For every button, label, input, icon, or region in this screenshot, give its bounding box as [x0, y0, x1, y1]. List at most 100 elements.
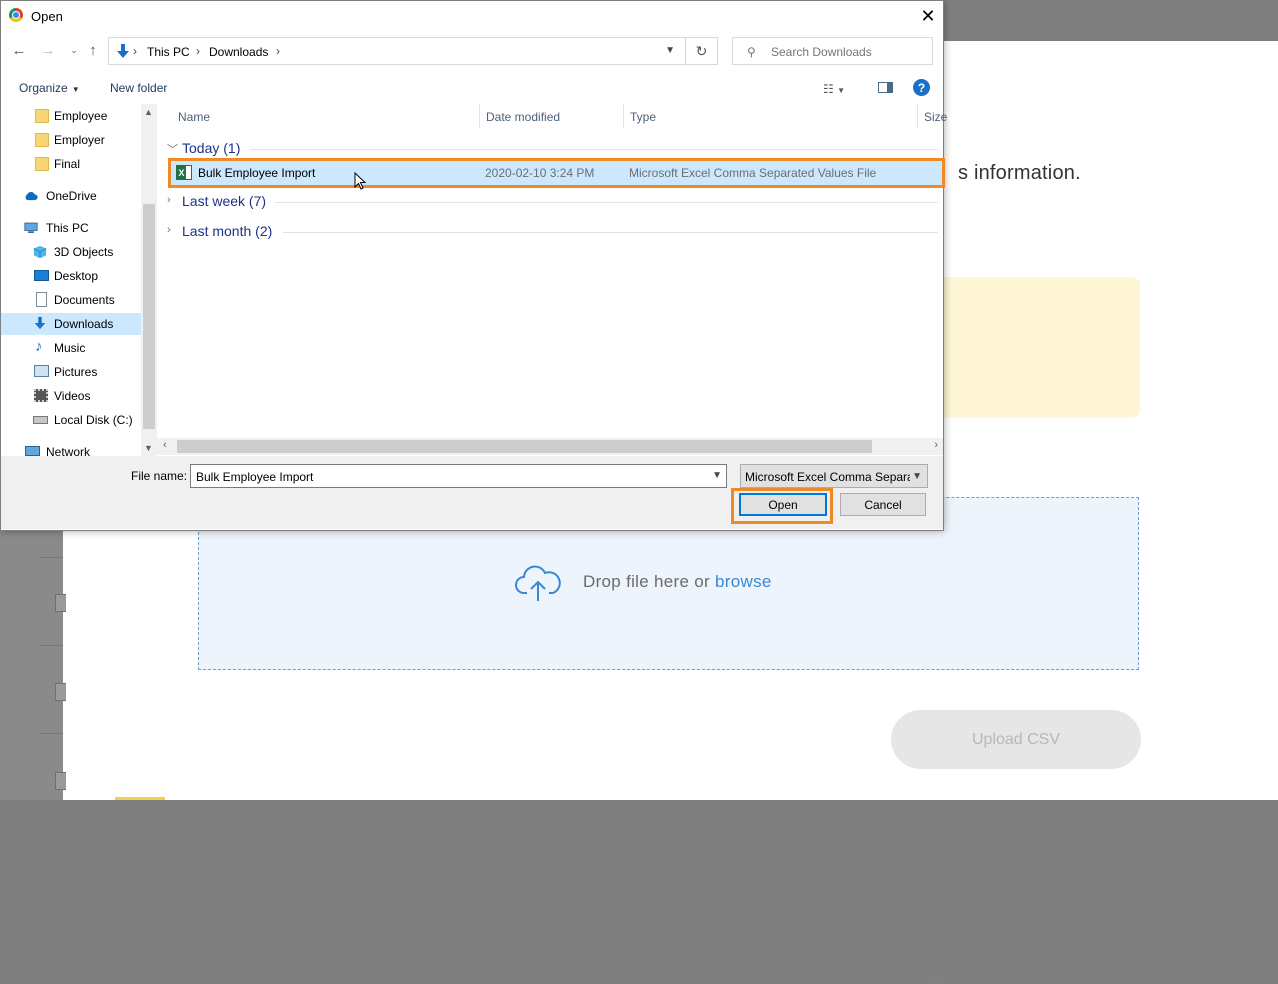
nav-item-label: Desktop: [54, 269, 99, 283]
nav-item-videos[interactable]: Videos: [1, 385, 141, 407]
group-divider: [275, 202, 938, 203]
mouse-cursor-icon: [354, 172, 367, 190]
cube-icon: [33, 245, 47, 259]
chevron-right-icon[interactable]: ›: [167, 194, 171, 206]
row-checkbox[interactable]: [55, 683, 66, 701]
open-button[interactable]: Open: [739, 493, 827, 516]
new-folder-button[interactable]: New folder: [110, 81, 167, 95]
forward-arrow-icon[interactable]: →: [39, 41, 57, 59]
notice-box: [930, 277, 1140, 418]
file-type-value: Microsoft Excel Comma Separated Values F…: [745, 470, 910, 484]
chevron-right-icon[interactable]: ›: [167, 224, 171, 236]
command-bar: Organize ▼ New folder ☷ ▼ ?: [1, 73, 943, 103]
nav-item-network[interactable]: Network: [1, 441, 141, 457]
row-checkbox[interactable]: [55, 772, 66, 790]
search-box[interactable]: ⚲: [732, 37, 933, 65]
browse-link[interactable]: browse: [715, 572, 772, 591]
excel-file-icon: [176, 165, 192, 180]
nav-item-label: Downloads: [54, 317, 114, 331]
address-dropdown-icon[interactable]: ▼: [665, 45, 675, 56]
breadcrumb-separator: ›: [133, 44, 137, 58]
nav-item-employee[interactable]: Employee: [1, 105, 141, 127]
group-header-last-month[interactable]: Last month (2): [182, 223, 272, 239]
organize-menu[interactable]: Organize ▼: [19, 81, 80, 95]
file-list-hscrollbar[interactable]: ‹ ›: [157, 438, 943, 455]
row-checkbox[interactable]: [55, 594, 66, 612]
recent-locations-icon[interactable]: ⌄: [65, 41, 83, 59]
page-header-strip: [944, 0, 1278, 41]
refresh-icon: ↻: [695, 42, 708, 59]
column-header-date-modified[interactable]: Date modified: [486, 110, 560, 124]
nav-item-music[interactable]: ♪ Music: [1, 337, 141, 359]
file-name-input[interactable]: [194, 468, 698, 486]
title-bar: Open ✕: [1, 1, 943, 31]
nav-item-onedrive[interactable]: OneDrive: [1, 185, 141, 207]
chevron-down-icon: ▼: [912, 471, 922, 482]
file-name[interactable]: Bulk Employee Import: [198, 166, 315, 180]
column-header-type[interactable]: Type: [630, 110, 656, 124]
nav-item-label: Music: [54, 341, 86, 355]
column-divider: [623, 104, 624, 128]
chevron-down-icon: ▼: [71, 85, 80, 94]
nav-item-label: 3D Objects: [54, 245, 114, 259]
scroll-up-icon[interactable]: ▲: [144, 107, 153, 117]
column-header-size[interactable]: Size: [924, 110, 947, 124]
nav-item-label: Final: [54, 157, 81, 171]
chevron-down-icon[interactable]: ﹀: [167, 141, 178, 157]
disk-icon: [33, 416, 48, 424]
nav-item-label: Local Disk (C:): [54, 413, 133, 427]
nav-item-documents[interactable]: Documents: [1, 289, 141, 311]
nav-item-local-disk[interactable]: Local Disk (C:): [1, 409, 141, 431]
network-icon: [25, 446, 40, 456]
preview-pane-icon[interactable]: [878, 82, 893, 93]
file-date-modified: 2020-02-10 3:24 PM: [485, 166, 595, 180]
refresh-button[interactable]: ↻: [686, 37, 718, 65]
upload-csv-button[interactable]: Upload CSV: [891, 710, 1141, 769]
scrollbar-thumb[interactable]: [177, 440, 872, 453]
search-input[interactable]: [769, 42, 923, 62]
music-icon: ♪: [35, 338, 43, 355]
group-header-last-week[interactable]: Last week (7): [182, 193, 266, 209]
nav-item-pictures[interactable]: Pictures: [1, 361, 141, 383]
breadcrumb-separator: ›: [196, 44, 200, 58]
file-name-label: File name:: [131, 469, 188, 483]
file-type: Microsoft Excel Comma Separated Values F…: [629, 166, 877, 180]
drop-text: Drop file here or browse: [583, 572, 772, 591]
column-divider: [917, 104, 918, 128]
breadcrumb-this-pc[interactable]: This PC: [147, 45, 190, 59]
view-options-icon[interactable]: ☷ ▼: [823, 82, 845, 96]
close-button[interactable]: ✕: [913, 1, 943, 31]
nav-item-final[interactable]: Final: [1, 153, 141, 175]
search-icon: ⚲: [747, 45, 756, 59]
nav-item-3d-objects[interactable]: 3D Objects: [1, 241, 141, 263]
help-icon[interactable]: ?: [913, 79, 930, 96]
address-bar[interactable]: › This PC › Downloads › ▼: [108, 37, 686, 65]
back-arrow-icon[interactable]: ←: [10, 41, 28, 59]
scroll-right-icon[interactable]: ›: [934, 439, 938, 451]
breadcrumb-downloads[interactable]: Downloads: [209, 45, 268, 59]
column-header-name[interactable]: Name: [178, 110, 210, 124]
nav-item-label: Employee: [54, 109, 108, 123]
cancel-button[interactable]: Cancel: [840, 493, 926, 516]
nav-item-downloads[interactable]: Downloads: [1, 313, 141, 335]
file-type-select[interactable]: Microsoft Excel Comma Separated Values F…: [740, 464, 928, 488]
scrollbar-thumb[interactable]: [143, 204, 155, 429]
group-divider: [250, 149, 938, 150]
chevron-down-icon[interactable]: ▼: [712, 470, 722, 481]
nav-item-this-pc[interactable]: This PC: [1, 217, 141, 239]
nav-pane-scrollbar[interactable]: ▲ ▼: [141, 104, 157, 457]
nav-item-desktop[interactable]: Desktop: [1, 265, 141, 287]
file-name-combobox[interactable]: ▼: [190, 464, 727, 488]
info-text: s information.: [958, 162, 1081, 184]
nav-item-employer[interactable]: Employer: [1, 129, 141, 151]
nav-item-label: OneDrive: [46, 189, 97, 203]
resize-grip-icon[interactable]: ⋰: [931, 975, 939, 984]
scroll-left-icon[interactable]: ‹: [163, 439, 167, 451]
file-list: Name Date modified Type Size ﹀ Today (1)…: [157, 104, 947, 457]
up-arrow-icon[interactable]: ↑: [84, 41, 102, 59]
nav-item-label: Pictures: [54, 365, 98, 379]
column-divider: [479, 104, 480, 128]
group-header-today[interactable]: Today (1): [182, 140, 240, 156]
scroll-down-icon[interactable]: ▼: [144, 443, 153, 453]
downloads-location-icon: [117, 44, 129, 58]
